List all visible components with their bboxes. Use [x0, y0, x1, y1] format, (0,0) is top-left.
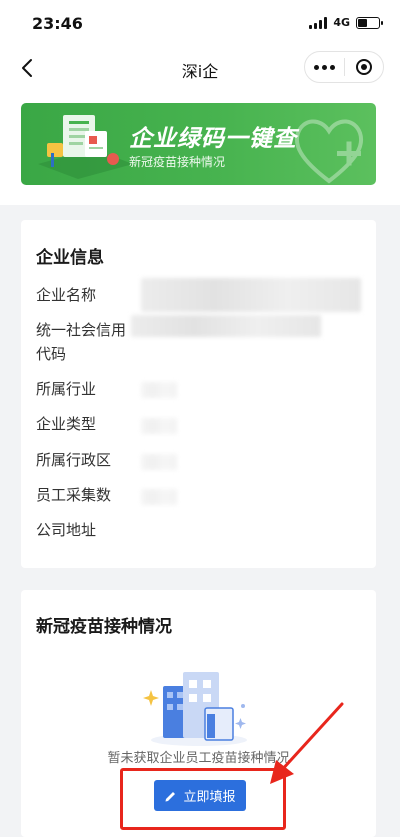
- field-credit-code: 统一社会信用代码: [36, 321, 127, 363]
- field-company-name: 企业名称: [36, 286, 97, 304]
- signal-icon: [309, 16, 328, 29]
- company-info-title: 企业信息: [36, 248, 104, 268]
- banner-title: 企业绿码一键查: [129, 126, 297, 152]
- field-industry: 所属行业: [36, 380, 97, 398]
- redacted-value: [131, 315, 321, 337]
- field-company-type: 企业类型: [36, 415, 97, 433]
- green-code-banner[interactable]: 企业绿码一键查 新冠疫苗接种情况: [21, 103, 376, 185]
- banner-subtitle: 新冠疫苗接种情况: [129, 155, 226, 169]
- navigation-bar: 深i企: [0, 46, 400, 90]
- redacted-value: [141, 489, 177, 505]
- redacted-value: [141, 454, 177, 470]
- battery-icon: [356, 16, 383, 29]
- status-bar: 23:46 4G: [0, 0, 400, 46]
- status-icons: 4G: [309, 16, 383, 29]
- mini-program-capsule: [304, 51, 384, 83]
- redacted-value: [141, 418, 177, 434]
- network-label: 4G: [333, 16, 350, 29]
- close-button[interactable]: [345, 52, 384, 82]
- more-button[interactable]: [305, 52, 344, 82]
- field-employee-count: 员工采集数: [36, 486, 112, 504]
- redacted-value: [141, 278, 361, 312]
- building-illustration-icon: [143, 672, 247, 746]
- annotation-arrow-icon: [270, 702, 344, 784]
- field-district: 所属行政区: [36, 451, 112, 469]
- redacted-value: [141, 382, 177, 398]
- banner-section: 企业绿码一键查 新冠疫苗接种情况: [0, 90, 400, 205]
- heart-plus-icon: [294, 119, 364, 184]
- field-address: 公司地址: [36, 521, 97, 539]
- target-circle-icon: [355, 59, 372, 75]
- more-dots-icon: [313, 64, 335, 70]
- vaccination-title: 新冠疫苗接种情况: [36, 617, 172, 637]
- company-info-card: 企业信息 企业名称 统一社会信用代码 所属行业 企业类型 所属行政区 员工采集数…: [21, 220, 376, 568]
- documents-illustration-icon: [38, 115, 133, 179]
- status-time: 23:46: [32, 14, 83, 33]
